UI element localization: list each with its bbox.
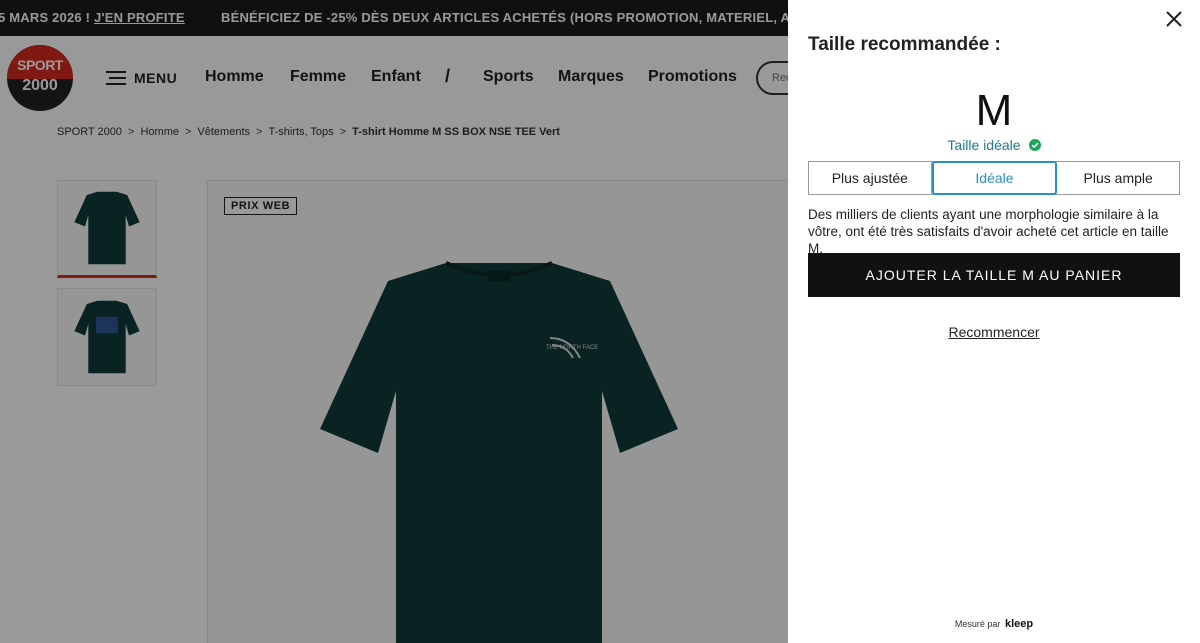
check-circle-icon xyxy=(1028,139,1041,151)
kleep-logo[interactable]: kleep xyxy=(1005,618,1033,630)
fit-option-ideal[interactable]: Idéale xyxy=(931,161,1058,195)
close-icon[interactable] xyxy=(1164,9,1184,29)
fit-selector: Plus ajustée Idéale Plus ample xyxy=(808,161,1180,195)
powered-by: Mesuré par kleep xyxy=(788,618,1200,630)
ideal-size-row: Taille idéale xyxy=(788,137,1200,153)
panel-title: Taille recommandée : xyxy=(808,34,1001,55)
recommended-size: M xyxy=(975,86,1013,135)
add-to-cart-button[interactable]: AJOUTER LA TAILLE M AU PANIER xyxy=(808,253,1180,297)
fit-option-looser[interactable]: Plus ample xyxy=(1057,162,1179,194)
powered-by-label: Mesuré par xyxy=(954,619,1001,629)
restart-link[interactable]: Recommencer xyxy=(788,324,1200,340)
size-recommendation-panel: Taille recommandée : M Taille idéale Plu… xyxy=(788,0,1200,643)
fit-option-tighter[interactable]: Plus ajustée xyxy=(809,162,932,194)
recommendation-description: Des milliers de clients ayant une morpho… xyxy=(808,207,1169,256)
ideal-size-label: Taille idéale xyxy=(947,137,1021,153)
